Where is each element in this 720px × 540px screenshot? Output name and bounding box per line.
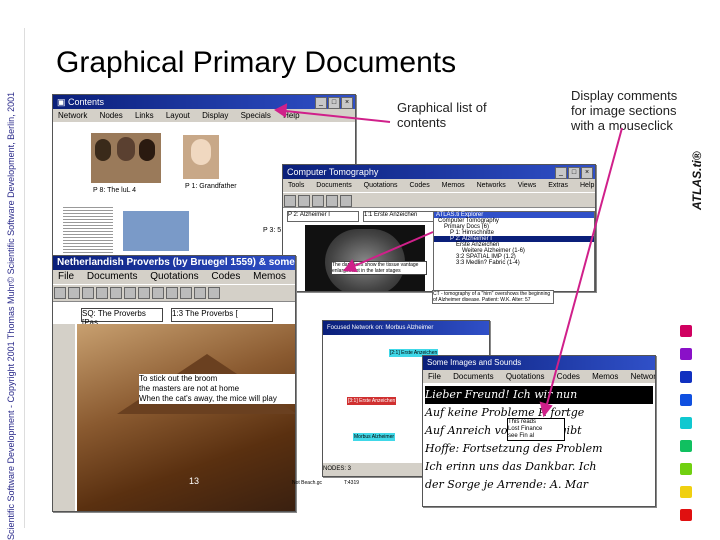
nav-square[interactable] [680,440,692,452]
nav-square[interactable] [680,486,692,498]
arrows-layer [274,103,623,418]
nav-square[interactable] [680,463,692,475]
arrow-icon [274,103,623,418]
nav-square[interactable] [680,394,692,406]
nav-square[interactable] [680,417,692,429]
nav-square[interactable] [680,325,692,337]
nav-square[interactable] [680,348,692,360]
nav-square[interactable] [680,509,692,521]
nav-square[interactable] [680,371,692,383]
